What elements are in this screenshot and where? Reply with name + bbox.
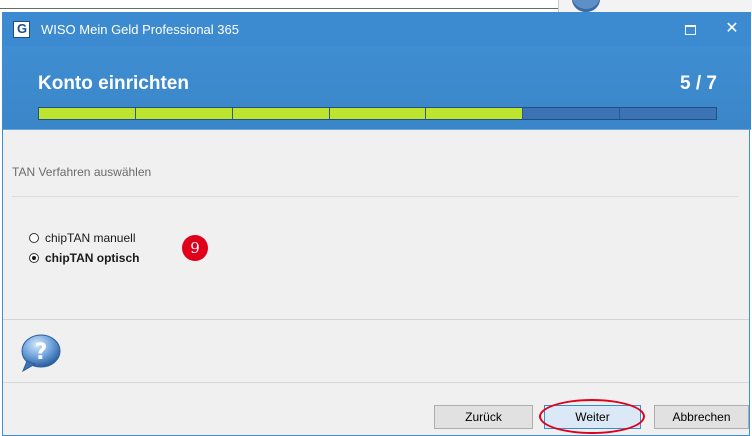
help-icon[interactable]: ? [19,333,63,373]
wiso-app-icon[interactable] [13,21,30,38]
maximize-icon [684,25,696,36]
svg-text:?: ? [35,340,48,365]
radio-label: chipTAN optisch [45,251,140,265]
progress-segment-pending [523,108,621,119]
progress-segment-done [39,108,136,119]
progress-segment-done [426,108,524,119]
back-button[interactable]: Zurück [434,405,533,429]
wizard-header: Konto einrichten 5 / 7 [3,46,751,130]
next-button[interactable]: Weiter [544,405,641,429]
radio-button[interactable] [29,233,39,243]
wizard-dialog: WISO Mein Geld Professional 365 ✕ Konto … [2,12,751,436]
radio-option-chiptan-manuell[interactable]: chipTAN manuell [29,229,135,247]
step-counter: 5 / 7 [680,73,717,94]
title-bar[interactable]: WISO Mein Geld Professional 365 ✕ [3,12,751,46]
footer-divider [3,319,749,320]
wizard-content: TAN Verfahren auswählen chipTAN manuell … [3,130,749,330]
wizard-title: Konto einrichten [38,73,189,94]
section-label: TAN Verfahren auswählen [12,165,152,179]
window-title: WISO Mein Geld Professional 365 [41,22,239,37]
radio-button-selected[interactable] [29,253,39,263]
progress-segment-pending [620,108,717,119]
maximize-button[interactable] [671,12,709,46]
step-number-marker: 9 [182,235,208,261]
background-window-strip [0,0,752,12]
close-button[interactable]: ✕ [713,12,751,46]
section-divider [12,196,738,197]
background-divider [0,8,560,9]
radio-option-chiptan-optisch[interactable]: chipTAN optisch [29,249,139,267]
wizard-progress-bar [38,107,717,120]
button-bar-divider [3,382,749,383]
progress-segment-done [329,108,427,119]
progress-segment-done [135,108,233,119]
radio-label: chipTAN manuell [45,231,136,245]
cancel-button[interactable]: Abbrechen [654,405,749,429]
progress-segment-done [232,108,330,119]
